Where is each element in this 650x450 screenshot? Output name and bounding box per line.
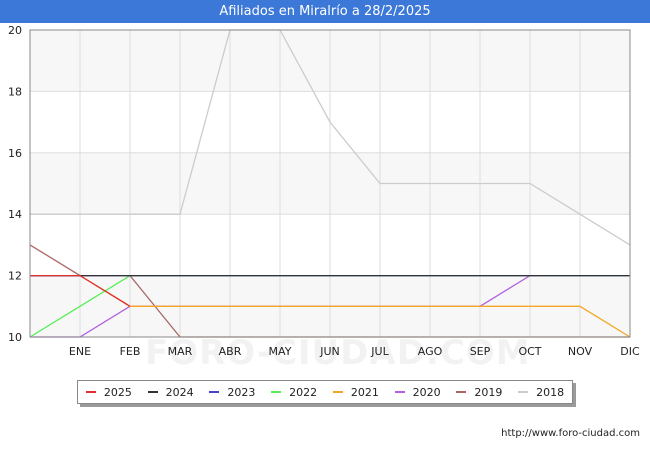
y-tick-label: 14 (8, 208, 22, 221)
y-tick-label: 12 (8, 270, 22, 283)
y-tick-label: 10 (8, 331, 22, 344)
x-tick-label: NOV (568, 345, 593, 358)
y-tick-label: 16 (8, 147, 22, 160)
legend-swatch (271, 391, 282, 393)
legend-label: 2020 (412, 385, 441, 399)
legend: 2025 2024 2023 2022 2021 2020 2019 2018 (77, 380, 573, 404)
legend-label: 2022 (289, 385, 318, 399)
legend-swatch (209, 391, 220, 393)
legend-swatch (456, 391, 467, 393)
legend-label: 2023 (227, 385, 256, 399)
legend-item-2019: 2019 (456, 386, 502, 399)
watermark: FORO-CIUDAD.COM (145, 333, 531, 373)
y-tick-label: 20 (8, 24, 22, 37)
legend-item-2018: 2018 (518, 386, 564, 399)
legend-swatch (147, 391, 158, 393)
y-tick-label: 18 (8, 85, 22, 98)
x-tick-label: ENE (69, 345, 91, 358)
legend-label: 2021 (350, 385, 379, 399)
credit-url: http://www.foro-ciudad.com (501, 428, 640, 439)
legend-swatch (332, 391, 343, 393)
legend-item-2020: 2020 (394, 385, 441, 399)
legend-label: 2024 (165, 385, 194, 399)
legend-label: 2019 (474, 385, 503, 399)
legend-swatch (394, 391, 405, 393)
legend-swatch (518, 391, 529, 393)
line-chart: 101214161820ENE FEB MAR ABR MAY JUN JUL AGO SEP O… (8, 24, 640, 358)
x-tick-label: DIC (620, 345, 640, 358)
legend-label: 2025 (103, 385, 132, 399)
legend-swatch (85, 391, 96, 393)
legend-item-2024: 2024 (147, 385, 194, 399)
legend-item-2021: 2021 (332, 385, 379, 399)
legend-label: 2018 (536, 385, 565, 399)
legend-item-2023: 2023 (209, 386, 255, 399)
legend-item-2022: 2022 (271, 386, 317, 399)
x-tick-label: FEB (120, 345, 141, 358)
legend-item-2025: 2025 (85, 385, 132, 399)
